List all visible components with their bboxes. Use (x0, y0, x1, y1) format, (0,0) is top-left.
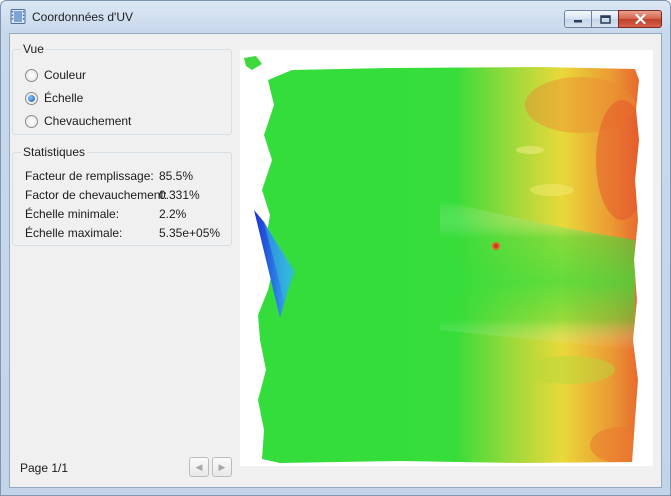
maximize-button[interactable] (591, 10, 619, 28)
triangle-left-icon: ◀ (195, 461, 203, 472)
stat-value: 0.331% (159, 188, 200, 202)
film-strip-icon (10, 9, 26, 24)
window-title: Coordonnées d'UV (32, 10, 134, 24)
statistics-group: Statistiques Facteur de remplissage: 85.… (12, 145, 232, 246)
stat-label: Échelle minimale: (25, 207, 120, 221)
client-area: Vue Couleur Échelle Chevauchement Statis… (9, 33, 662, 488)
uv-viewport[interactable] (240, 50, 653, 466)
uv-scale-heatmap (244, 56, 639, 463)
minimize-icon (574, 20, 582, 23)
minimize-button[interactable] (564, 10, 592, 28)
title-bar[interactable]: Coordonnées d'UV (1, 1, 670, 33)
caption-buttons (564, 10, 662, 28)
radio-label: Échelle (44, 91, 84, 105)
radio-label: Chevauchement (44, 114, 132, 128)
maximize-icon (599, 14, 611, 24)
stat-label: Facteur de remplissage: (25, 169, 154, 183)
radio-button-checked[interactable] (25, 91, 38, 105)
radio-color[interactable]: Couleur (25, 68, 86, 82)
radio-button-unchecked[interactable] (25, 68, 38, 82)
radio-scale[interactable]: Échelle (25, 91, 83, 105)
page-indicator: Page 1/1 (20, 461, 69, 475)
uv-coordinates-window: Coordonnées d'UV Vue Couleur Échelle Che… (0, 0, 671, 496)
triangle-right-icon: ▶ (218, 461, 226, 472)
view-group-title: Vue (21, 42, 46, 56)
close-icon (634, 14, 646, 24)
next-page-button[interactable]: ▶ (212, 457, 232, 477)
radio-overlap[interactable]: Chevauchement (25, 114, 131, 128)
stat-value: 85.5% (159, 169, 194, 183)
view-group: Vue Couleur Échelle Chevauchement (12, 42, 232, 135)
stat-label: Factor de chevauchement: (25, 188, 168, 202)
close-button[interactable] (618, 10, 662, 28)
stat-value: 2.2% (159, 207, 187, 221)
stat-label: Échelle maximale: (25, 226, 123, 240)
radio-button-unchecked[interactable] (25, 114, 38, 128)
previous-page-button[interactable]: ◀ (189, 457, 209, 477)
radio-label: Couleur (44, 68, 87, 82)
stat-value: 5.35e+05% (159, 226, 221, 240)
statistics-group-title: Statistiques (21, 145, 88, 159)
